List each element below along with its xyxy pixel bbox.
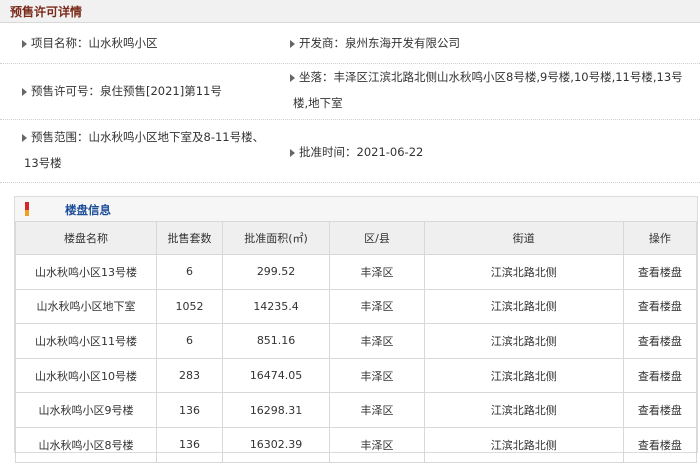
location-field-cont: 楼,地下室	[293, 90, 343, 116]
location-field: 坐落：丰泽区江滨北路北侧山水秋鸣小区8号楼,9号楼,10号楼,11号楼,13号	[290, 64, 683, 90]
permit-no-value: 泉住预售[2021]第11号	[100, 84, 222, 98]
row-name: 山水秋鸣小区地下室	[14, 288, 158, 325]
row-district: 丰泽区	[329, 392, 425, 428]
location-value-line2: 楼,地下室	[293, 96, 343, 110]
row-street: 江滨北路北侧	[423, 323, 624, 359]
row-area: 16302.39	[221, 426, 331, 463]
view-listing-link[interactable]: 查看楼盘	[638, 370, 682, 383]
row-area: 14235.4	[221, 288, 331, 325]
row-district: 丰泽区	[329, 254, 425, 290]
col-header-units: 批售套数	[156, 221, 223, 255]
row-units: 6	[156, 254, 223, 290]
row-district: 丰泽区	[329, 426, 425, 463]
col-header-area: 批准面积(㎡)	[221, 221, 331, 255]
location-label: 坐落：	[299, 70, 334, 84]
row-units: 136	[156, 426, 223, 463]
permit-no-label: 预售许可号：	[31, 84, 100, 98]
row-street: 江滨北路北侧	[423, 357, 624, 394]
page-header: 预售许可详情	[0, 0, 700, 23]
table-row: 山水秋鸣小区11号楼 6 851.16 丰泽区 江滨北路北侧 查看楼盘	[14, 323, 698, 359]
page-title: 预售许可详情	[10, 5, 83, 19]
developer-label: 开发商：	[299, 36, 345, 50]
scope-value-line2: 13号楼	[24, 156, 62, 170]
listing-table: 楼盘名称 批售套数 批准面积(㎡) 区/县 街道 操作 山水秋鸣小区13号楼 6…	[14, 221, 698, 463]
row-units: 1052	[156, 288, 223, 325]
row-street: 江滨北路北侧	[423, 254, 624, 290]
listing-header-row: 楼盘名称 批售套数 批准面积(㎡) 区/县 街道 操作	[14, 221, 698, 255]
permit-no-field: 预售许可号：泉住预售[2021]第11号	[22, 78, 222, 104]
row-street: 江滨北路北侧	[423, 426, 624, 463]
approval-label: 批准时间：	[299, 145, 357, 159]
col-header-name: 楼盘名称	[14, 221, 158, 255]
bullet-arrow-icon	[290, 73, 295, 82]
view-listing-link[interactable]: 查看楼盘	[638, 335, 682, 348]
col-header-street: 街道	[423, 221, 624, 255]
row-name: 山水秋鸣小区9号楼	[14, 392, 158, 428]
listing-section-header: 楼盘信息	[15, 197, 697, 222]
col-header-district: 区/县	[329, 221, 425, 255]
row-name: 山水秋鸣小区11号楼	[14, 323, 158, 359]
view-listing-link[interactable]: 查看楼盘	[638, 266, 682, 279]
listing-title: 楼盘信息	[65, 203, 111, 217]
table-row: 山水秋鸣小区8号楼 136 16302.39 丰泽区 江滨北路北侧 查看楼盘	[14, 426, 698, 463]
row-district: 丰泽区	[329, 357, 425, 394]
row-district: 丰泽区	[329, 288, 425, 325]
detail-row-2: 预售许可号：泉住预售[2021]第11号 坐落：丰泽区江滨北路北侧山水秋鸣小区8…	[0, 64, 700, 120]
bullet-arrow-icon	[290, 39, 295, 48]
detail-row-3: 预售范围：山水秋鸣小区地下室及8-11号楼、 13号楼 批准时间：2021-06…	[0, 120, 700, 183]
view-listing-link[interactable]: 查看楼盘	[638, 404, 682, 417]
listing-bar-icon	[25, 202, 29, 216]
row-area: 851.16	[221, 323, 331, 359]
row-area: 16298.31	[221, 392, 331, 428]
row-units: 136	[156, 392, 223, 428]
bullet-arrow-icon	[22, 39, 27, 48]
table-row: 山水秋鸣小区13号楼 6 299.52 丰泽区 江滨北路北侧 查看楼盘	[14, 254, 698, 290]
row-area: 16474.05	[221, 357, 331, 394]
bullet-arrow-icon	[290, 148, 295, 157]
view-listing-link[interactable]: 查看楼盘	[638, 300, 682, 313]
project-name-label: 项目名称：	[31, 36, 89, 50]
developer-value: 泉州东海开发有限公司	[345, 36, 460, 50]
bullet-arrow-icon	[22, 87, 27, 96]
approval-date-value: 2021-06-22	[356, 145, 424, 159]
row-name: 山水秋鸣小区10号楼	[14, 357, 158, 394]
table-row: 山水秋鸣小区9号楼 136 16298.31 丰泽区 江滨北路北侧 查看楼盘	[14, 392, 698, 428]
developer-field: 开发商：泉州东海开发有限公司	[290, 30, 460, 56]
project-name-field: 项目名称：山水秋鸣小区	[22, 30, 158, 56]
row-name: 山水秋鸣小区8号楼	[14, 426, 158, 463]
detail-row-1: 项目名称：山水秋鸣小区 开发商：泉州东海开发有限公司	[0, 23, 700, 64]
scope-value-line1: 山水秋鸣小区地下室及8-11号楼、	[88, 130, 265, 144]
row-street: 江滨北路北侧	[423, 288, 624, 325]
scope-label: 预售范围：	[31, 130, 89, 144]
row-district: 丰泽区	[329, 323, 425, 359]
col-header-action: 操作	[622, 221, 698, 255]
location-value-line1: 丰泽区江滨北路北侧山水秋鸣小区8号楼,9号楼,10号楼,11号楼,13号	[333, 70, 683, 84]
view-listing-link[interactable]: 查看楼盘	[638, 439, 682, 452]
bullet-arrow-icon	[22, 133, 27, 142]
approval-field: 批准时间：2021-06-22	[290, 139, 423, 165]
listing-section: 楼盘信息 楼盘名称 批售套数 批准面积(㎡) 区/县 街道 操作 山水秋鸣小区1…	[14, 196, 698, 463]
row-units: 6	[156, 323, 223, 359]
table-row: 山水秋鸣小区10号楼 283 16474.05 丰泽区 江滨北路北侧 查看楼盘	[14, 357, 698, 394]
row-name: 山水秋鸣小区13号楼	[14, 254, 158, 290]
project-name-value: 山水秋鸣小区	[88, 36, 158, 50]
row-area: 299.52	[221, 254, 331, 290]
scope-field-cont: 13号楼	[24, 150, 62, 176]
row-street: 江滨北路北侧	[423, 392, 624, 428]
scope-field: 预售范围：山水秋鸣小区地下室及8-11号楼、	[22, 124, 264, 150]
table-row: 山水秋鸣小区地下室 1052 14235.4 丰泽区 江滨北路北侧 查看楼盘	[14, 288, 698, 325]
row-units: 283	[156, 357, 223, 394]
